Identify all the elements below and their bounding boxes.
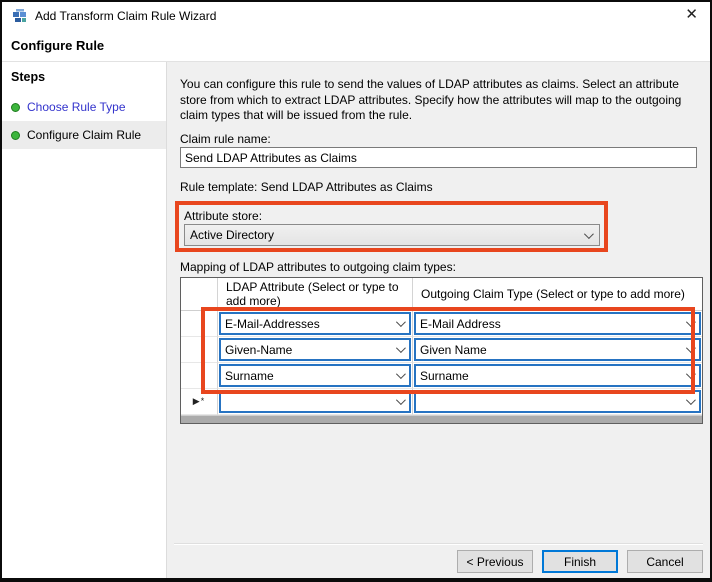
chevron-down-icon [685,369,696,380]
ldap-attribute-select[interactable]: Given-Name [219,338,411,361]
outgoing-claim-type-value: E-Mail Address [420,316,501,331]
ldap-attribute-value: Given-Name [225,342,293,357]
new-row-icon: ▶* [192,396,206,406]
claim-rule-name-input[interactable] [180,147,697,168]
footer-buttons: < Previous Finish Cancel [457,550,703,573]
row-selector[interactable] [181,311,218,337]
chevron-down-icon [395,343,406,354]
table-row: Given-Name Given Name [181,337,702,363]
table-row: E-Mail-Addresses E-Mail Address [181,311,702,337]
column-header-ldap-attribute: LDAP Attribute (Select or type to add mo… [218,278,413,310]
mapping-label: Mapping of LDAP attributes to outgoing c… [180,260,456,274]
chevron-down-icon [685,317,696,328]
finish-button[interactable]: Finish [542,550,618,573]
chevron-down-icon [395,395,406,406]
outgoing-claim-type-select[interactable]: E-Mail Address [414,312,701,335]
sidebar-item-configure-claim-rule[interactable]: Configure Claim Rule [2,121,166,149]
wizard-app-icon [12,8,28,24]
row-selector-header [181,278,218,310]
table-row-new: ▶* [181,389,702,415]
step-label: Configure Claim Rule [27,128,142,142]
table-row: Surname Surname [181,363,702,389]
rule-template-text: Rule template: Send LDAP Attributes as C… [180,180,433,194]
ldap-attribute-select[interactable]: Surname [219,364,411,387]
description-text: You can configure this rule to send the … [180,77,682,123]
sidebar-item-choose-rule-type[interactable]: Choose Rule Type [2,93,166,121]
mapping-table: LDAP Attribute (Select or type to add mo… [180,277,703,424]
outgoing-claim-type-value: Surname [420,368,469,383]
step-bullet-icon [11,102,20,112]
outgoing-claim-type-value: Given Name [420,342,487,357]
claim-rule-name-label: Claim rule name: [180,132,271,146]
chevron-down-icon [685,343,696,354]
cancel-button[interactable]: Cancel [627,550,703,573]
chevron-down-icon [685,395,696,406]
window-title: Add Transform Claim Rule Wizard [35,9,217,23]
footer-divider [174,543,703,545]
attribute-store-select[interactable]: Active Directory [184,224,600,246]
ldap-attribute-select[interactable]: E-Mail-Addresses [219,312,411,335]
ldap-attribute-value: E-Mail-Addresses [225,316,320,331]
ldap-attribute-value: Surname [225,368,274,383]
close-icon[interactable]: ✕ [685,7,698,22]
previous-button[interactable]: < Previous [457,550,533,573]
step-label: Choose Rule Type [27,100,126,114]
column-header-outgoing-claim-type: Outgoing Claim Type (Select or type to a… [421,286,685,301]
step-bullet-icon [11,130,20,140]
wizard-window: Add Transform Claim Rule Wizard ✕ Config… [0,0,712,582]
page-title: Configure Rule [2,30,710,62]
ldap-attribute-select[interactable] [219,390,411,413]
table-empty-area [181,415,702,423]
attribute-store-label: Attribute store: [184,209,263,223]
chevron-down-icon [395,369,406,380]
outgoing-claim-type-select[interactable]: Surname [414,364,701,387]
attribute-store-value: Active Directory [190,228,275,242]
outgoing-claim-type-select[interactable]: Given Name [414,338,701,361]
chevron-down-icon [583,228,594,239]
content-panel: You can configure this rule to send the … [167,62,710,578]
table-header-row: LDAP Attribute (Select or type to add mo… [181,278,702,311]
row-selector[interactable] [181,363,218,389]
title-bar: Add Transform Claim Rule Wizard ✕ [2,2,710,30]
steps-header: Steps [11,70,46,84]
row-selector-new-row[interactable]: ▶* [181,389,218,415]
row-selector[interactable] [181,337,218,363]
outgoing-claim-type-select[interactable] [414,390,701,413]
steps-sidebar: Steps Choose Rule Type Configure Claim R… [2,62,167,578]
chevron-down-icon [395,317,406,328]
